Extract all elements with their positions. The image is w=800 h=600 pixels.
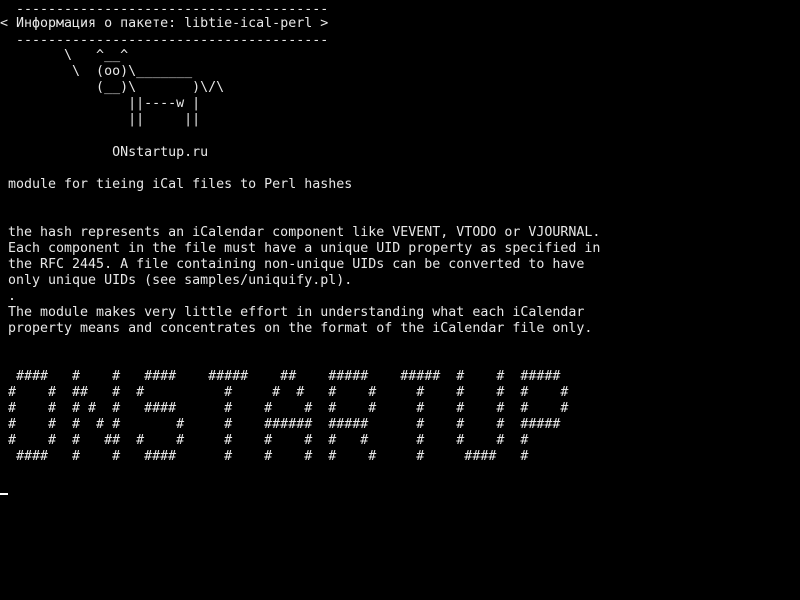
description-line: the RFC 2445. A file containing non-uniq…	[8, 257, 585, 272]
description-line: .	[8, 289, 17, 304]
description-line: the hash represents an iCalendar compone…	[8, 225, 601, 240]
cow-art-line: \ ^__^	[8, 48, 129, 63]
terminal-screen[interactable]: --------------------------------------- …	[0, 0, 800, 600]
description-line: Each component in the file must have a u…	[8, 241, 601, 256]
ascii-banner-line: # # # # # #### # # # # # # # # # #	[8, 401, 569, 416]
description-line: only unique UIDs (see samples/uniquify.p…	[8, 273, 353, 288]
ascii-banner-line: #### # # #### ##### ## ##### ##### # # #…	[8, 369, 561, 384]
speech-bubble-text: < Информация о пакете: libtie-ical-perl …	[0, 16, 329, 31]
ascii-banner-line: # # # # # # # ###### ##### # # # #####	[8, 417, 561, 432]
cow-art-line: || ||	[8, 112, 201, 127]
description-line: property means and concentrates on the f…	[8, 321, 593, 336]
ascii-banner-line: #### # # #### # # # # # # #### #	[8, 449, 529, 464]
cow-art-line: (__)\ )\/\	[8, 80, 225, 95]
ascii-banner-line: # # # ## # # # # # # # # # # #	[8, 433, 529, 448]
package-summary: module for tieing iCal files to Perl has…	[8, 177, 353, 192]
cow-art-line: \ (oo)\_______	[8, 64, 193, 79]
speech-bubble-bottom-border: ---------------------------------------	[8, 33, 329, 48]
ascii-banner-line: # # ## # # # # # # # # # # # #	[8, 385, 569, 400]
description-line: The module makes very little effort in u…	[8, 305, 585, 320]
cow-art-line: ||----w |	[8, 96, 201, 111]
site-name: ONstartup.ru	[8, 145, 209, 160]
text-cursor	[0, 493, 8, 495]
